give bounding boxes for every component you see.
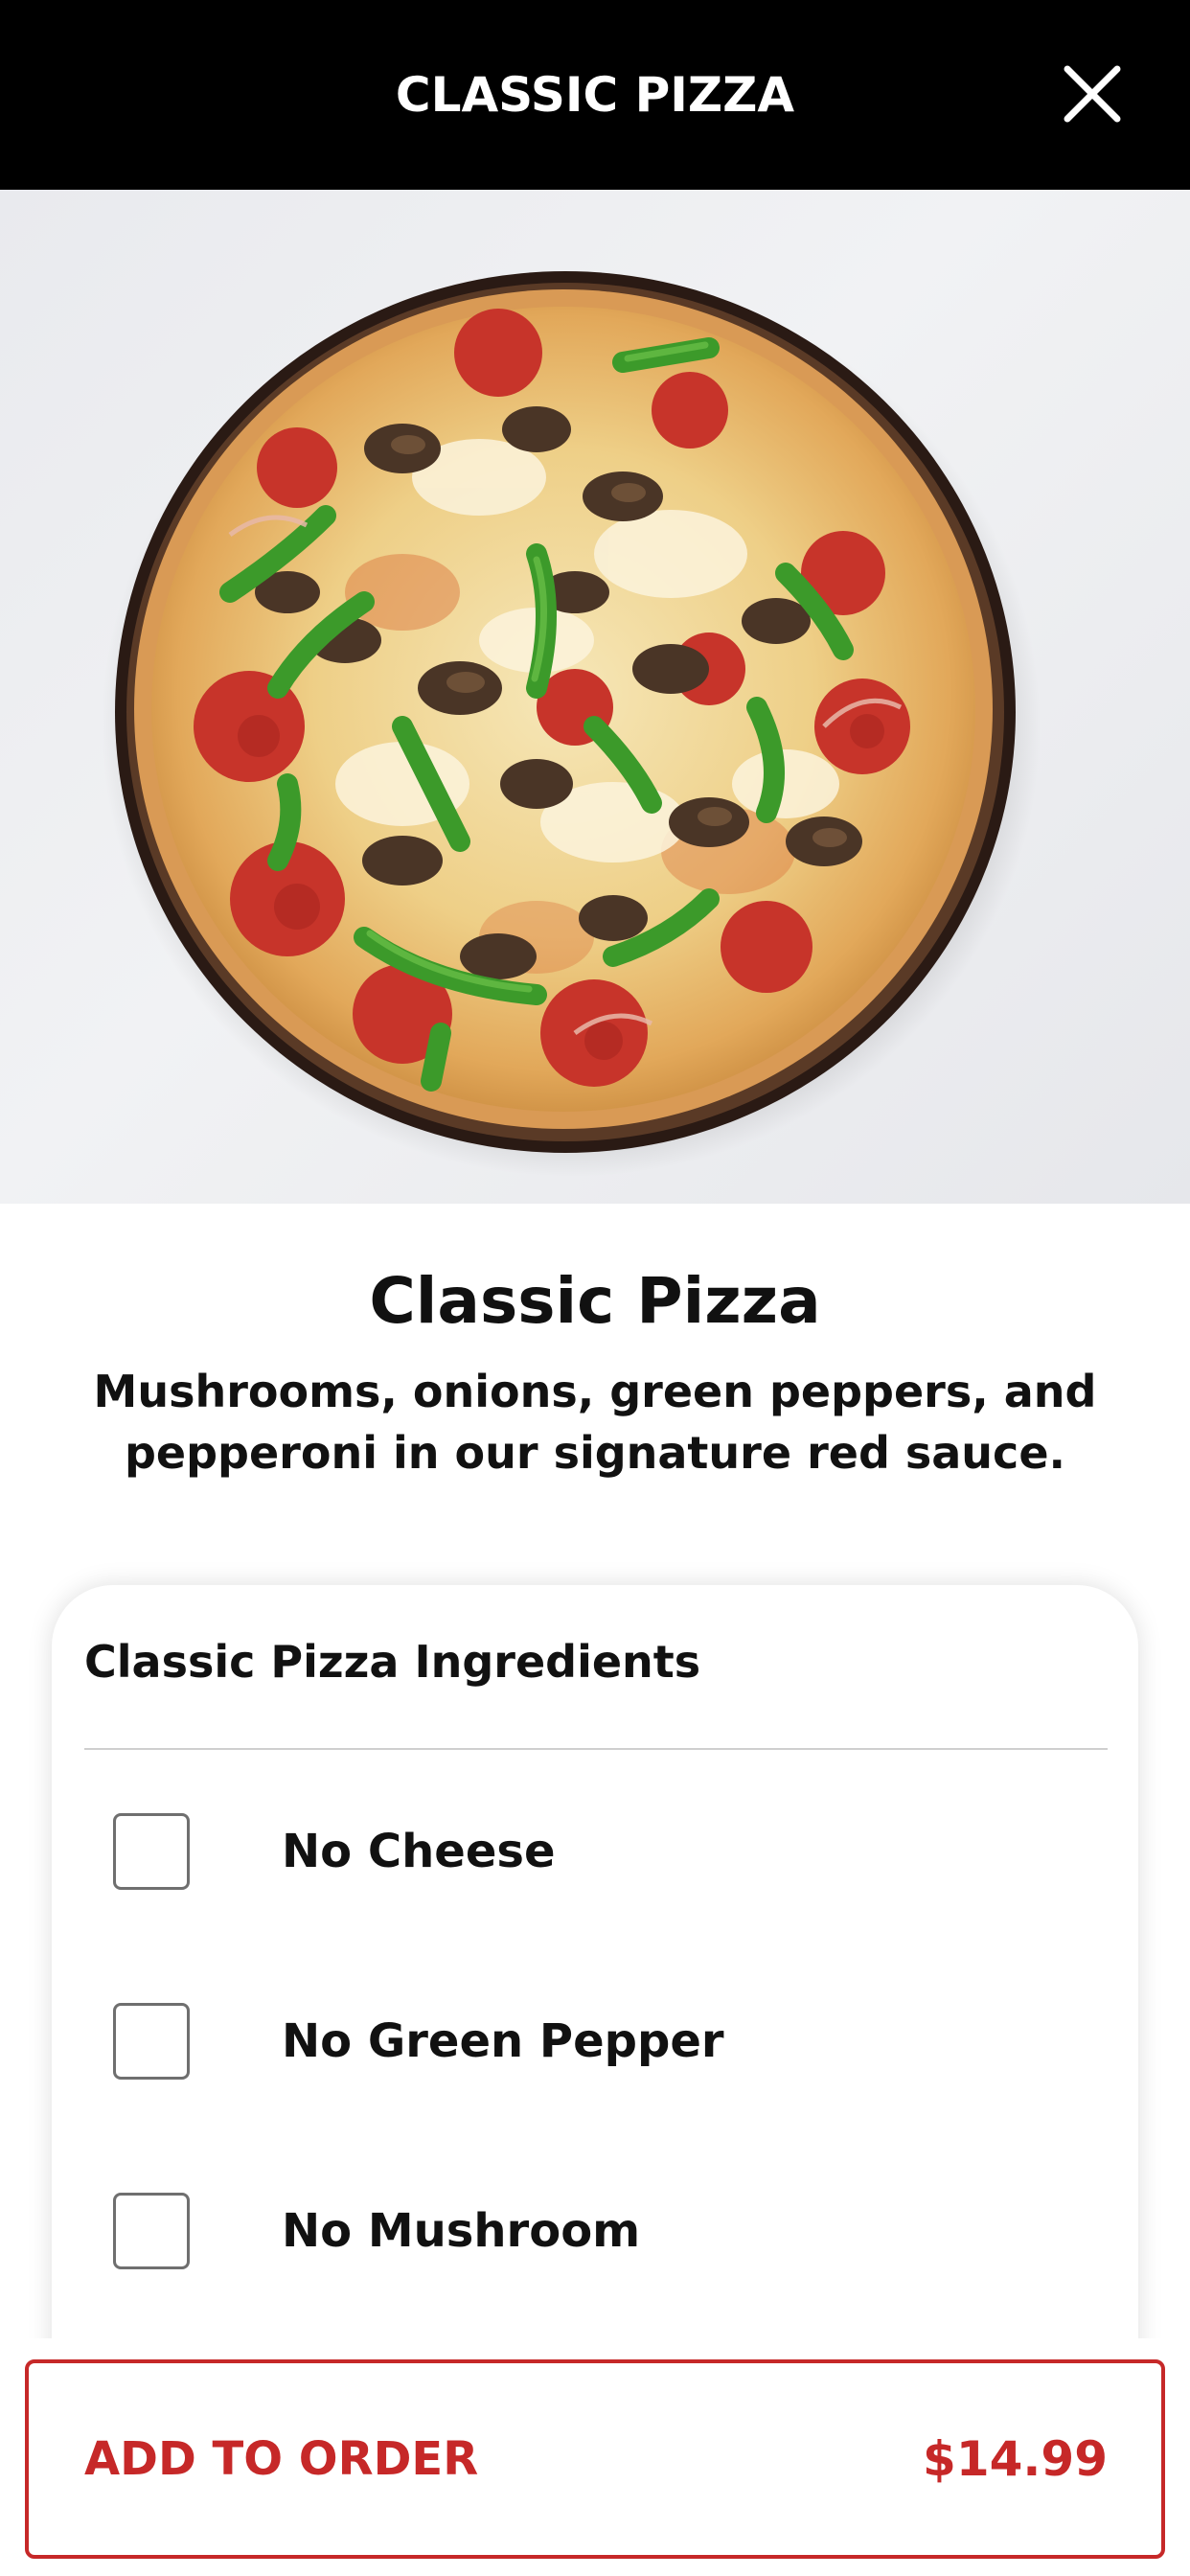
ingredients-title: Classic Pizza Ingredients (84, 1636, 701, 1688)
checkbox[interactable] (113, 1813, 190, 1890)
product-description: Mushrooms, onions, green peppers, and pe… (93, 1366, 1097, 1479)
add-to-order-button[interactable]: ADD TO ORDER $14.99 (25, 2359, 1165, 2559)
option-label: No Cheese (282, 1825, 556, 1878)
close-button[interactable] (1056, 58, 1129, 130)
checkbox[interactable] (113, 2003, 190, 2080)
option-no-green-pepper[interactable]: No Green Pepper (113, 2003, 1071, 2089)
checkbox[interactable] (113, 2193, 190, 2269)
option-no-cheese[interactable]: No Cheese (113, 1813, 1071, 1899)
divider (84, 1748, 1108, 1750)
product-image (0, 190, 1190, 1204)
add-to-order-label: ADD TO ORDER (84, 2432, 479, 2486)
option-no-mushroom[interactable]: No Mushroom (113, 2193, 1071, 2279)
header-title: CLASSIC PIZZA (395, 67, 795, 123)
option-label: No Green Pepper (282, 2014, 724, 2068)
close-icon (1064, 65, 1121, 123)
option-label: No Mushroom (282, 2204, 641, 2258)
product-name: Classic Pizza (369, 1264, 821, 1338)
header-bar: CLASSIC PIZZA (0, 0, 1190, 190)
order-price: $14.99 (923, 2431, 1108, 2487)
product-detail-screen: CLASSIC PIZZA Classic Pizza Mushrooms, o… (0, 0, 1190, 2576)
